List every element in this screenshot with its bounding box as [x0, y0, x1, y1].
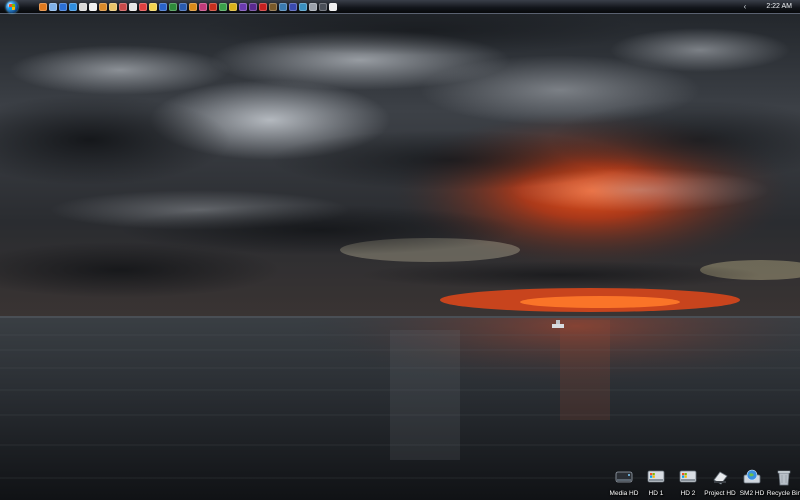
paint-icon[interactable] — [139, 2, 147, 11]
system-tray: ‹ 2:22 AM — [744, 2, 800, 11]
ie-icon[interactable] — [69, 2, 77, 11]
wallpaper-sunset-sea — [0, 0, 800, 500]
quick-launch-bar — [39, 2, 337, 11]
desktop-shortcut-hd-1[interactable]: HD 1 — [640, 466, 672, 497]
terminal-icon[interactable] — [319, 2, 327, 11]
firefox-icon[interactable] — [39, 2, 47, 11]
soundbooth-icon[interactable] — [279, 2, 287, 11]
illustrator-icon[interactable] — [189, 2, 197, 11]
excel-icon[interactable] — [169, 2, 177, 11]
bird-icon[interactable] — [49, 2, 57, 11]
desktop-icon-label: HD 2 — [680, 490, 696, 497]
desktop-shortcut-media-hd[interactable]: Media HD — [608, 466, 640, 497]
settings-icon[interactable] — [309, 2, 317, 11]
contribute-icon[interactable] — [299, 2, 307, 11]
photoshop-icon[interactable] — [179, 2, 187, 11]
start-button[interactable] — [6, 0, 18, 13]
desktop-shortcut-project-hd[interactable]: Project HD — [704, 466, 736, 497]
mail-icon[interactable] — [109, 2, 117, 11]
shopping-icon[interactable] — [129, 2, 137, 11]
word-icon[interactable] — [159, 2, 167, 11]
desktop-shortcut-recycle-bin[interactable]: Recycle Bin — [766, 466, 800, 497]
desktop-icons: Media HD HD 1 HD 2 Project HD SM2 HD Recycle … — [608, 466, 800, 497]
recycle-bin-icon — [773, 466, 795, 488]
aftereffects-icon[interactable] — [249, 2, 257, 11]
hd1-icon — [645, 466, 667, 488]
encore-icon[interactable] — [289, 2, 297, 11]
hd2-icon — [677, 466, 699, 488]
globe-icon[interactable] — [59, 2, 67, 11]
folder-icon[interactable] — [99, 2, 107, 11]
desktop-icon-label: SM2 HD — [739, 490, 765, 497]
note-icon[interactable] — [149, 2, 157, 11]
desktop-icon-label: Project HD — [704, 490, 736, 497]
bridge-icon[interactable] — [269, 2, 277, 11]
desktop-icon-label: HD 1 — [648, 490, 664, 497]
chrome-icon[interactable] — [79, 2, 87, 11]
fireworks-icon[interactable] — [229, 2, 237, 11]
desktop-icon-label: Recycle Bin — [766, 490, 800, 497]
acrobat-icon[interactable] — [259, 2, 267, 11]
project-hd-icon — [709, 466, 731, 488]
music-icon[interactable] — [89, 2, 97, 11]
sm2-hd-icon — [741, 466, 763, 488]
notepad-icon[interactable] — [329, 2, 337, 11]
media-hd-icon — [613, 466, 635, 488]
calendar-icon[interactable] — [119, 2, 127, 11]
desktop: ‹ 2:22 AM Media HD HD 1 HD 2 Project HD SM2 … — [0, 0, 800, 500]
clock[interactable]: 2:22 AM — [766, 3, 792, 10]
flash-icon[interactable] — [209, 2, 217, 11]
desktop-shortcut-sm2-hd[interactable]: SM2 HD — [736, 466, 768, 497]
show-hidden-icons-chevron-icon[interactable]: ‹ — [744, 2, 747, 11]
desktop-icon-label: Media HD — [609, 490, 639, 497]
indesign-icon[interactable] — [199, 2, 207, 11]
premiere-icon[interactable] — [239, 2, 247, 11]
dreamweaver-icon[interactable] — [219, 2, 227, 11]
desktop-shortcut-hd-2[interactable]: HD 2 — [672, 466, 704, 497]
taskbar: ‹ 2:22 AM — [0, 0, 800, 14]
